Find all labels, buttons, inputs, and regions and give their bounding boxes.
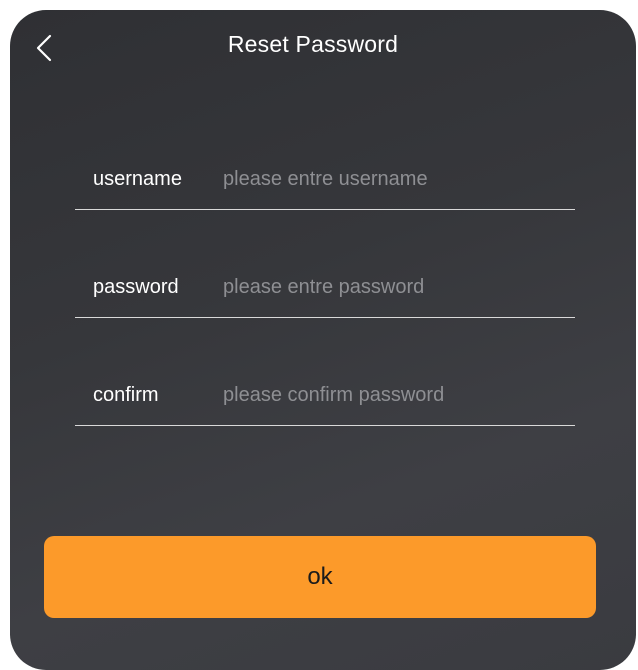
username-row: username	[75, 150, 575, 210]
ok-button[interactable]: ok	[44, 536, 596, 618]
confirm-row: confirm	[75, 366, 575, 426]
password-input[interactable]	[223, 267, 575, 308]
confirm-label: confirm	[93, 384, 159, 406]
password-row: password	[75, 258, 575, 318]
username-label: username	[93, 168, 182, 190]
reset-password-panel: Reset Password username password confirm…	[10, 10, 636, 670]
confirm-password-input[interactable]	[223, 375, 575, 416]
password-label: password	[93, 276, 179, 298]
header: Reset Password	[10, 10, 636, 82]
page-title: Reset Password	[227, 31, 399, 57]
username-input[interactable]	[223, 159, 575, 200]
